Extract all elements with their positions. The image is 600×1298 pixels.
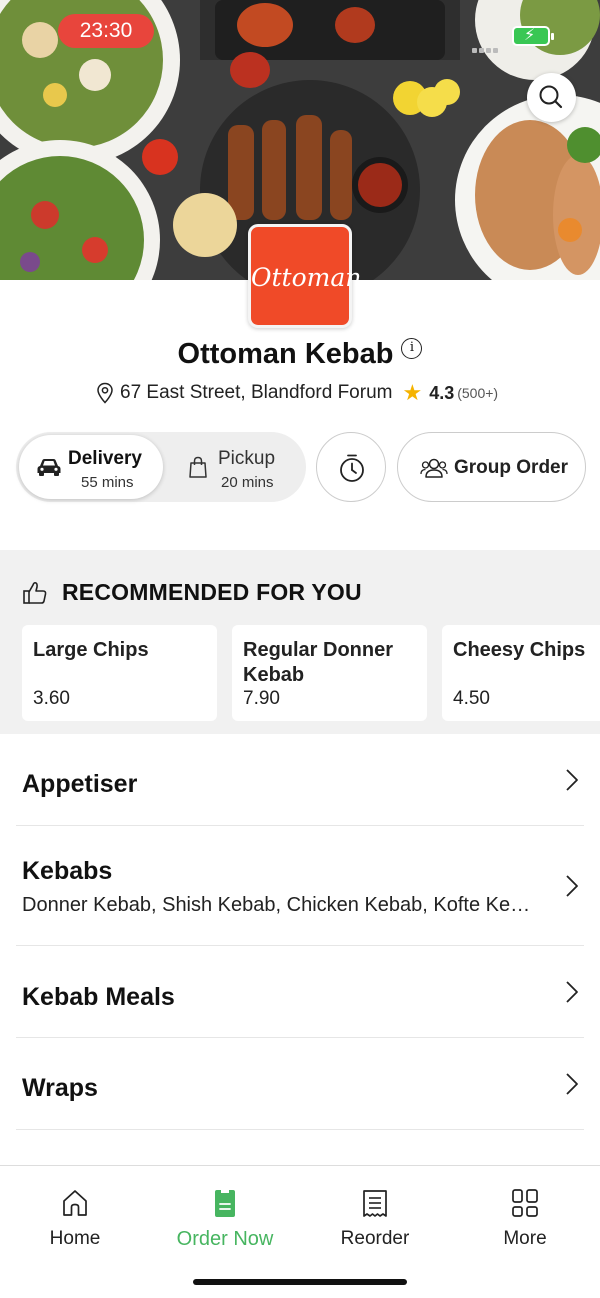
category-row-kebabs[interactable]: Kebabs Donner Kebab, Shish Kebab, Chicke… xyxy=(0,826,600,946)
schedule-button[interactable] xyxy=(316,432,386,502)
recommended-title: RECOMMENDED FOR YOU xyxy=(62,579,362,605)
address-row: 67 East Street, Blandford Forum ★ 4.3 (5… xyxy=(96,380,498,406)
group-order-label: Group Order xyxy=(454,457,569,478)
category-title: Kebab Meals xyxy=(22,983,175,1011)
order-mode-toggle: Delivery 55 mins Pickup 20 mins xyxy=(16,432,306,502)
rating-count: (500+) xyxy=(457,385,499,401)
category-title: Kebabs xyxy=(22,857,113,885)
category-title: Appetiser xyxy=(22,770,138,798)
star-icon: ★ xyxy=(402,380,423,405)
rating-value: 4.3 xyxy=(429,382,455,403)
search-icon xyxy=(539,85,563,109)
car-icon xyxy=(37,459,61,476)
chevron-right-icon xyxy=(566,1073,578,1095)
home-indicator[interactable] xyxy=(193,1279,407,1285)
category-row-kebab-meals[interactable]: Kebab Meals xyxy=(0,946,600,1038)
recommended-item-card[interactable]: Cheesy Chips 4.50 xyxy=(442,625,600,721)
recommended-section: RECOMMENDED FOR YOU Large Chips 3.60 Reg… xyxy=(0,550,600,734)
item-name: Regular Donner Kebab xyxy=(243,639,394,686)
address-text: 67 East Street, Blandford Forum xyxy=(120,382,393,403)
home-icon xyxy=(63,1190,87,1216)
nav-label: Reorder xyxy=(340,1228,410,1249)
restaurant-name: Ottoman Kebab xyxy=(177,338,394,370)
shopping-bag-icon xyxy=(189,456,207,478)
battery-charging-icon: ⚡ xyxy=(512,26,554,46)
group-order-button[interactable]: Group Order xyxy=(397,432,586,502)
signal-icon xyxy=(472,40,504,53)
item-price: 7.90 xyxy=(243,688,280,709)
chevron-right-icon xyxy=(566,981,578,1003)
category-row-appetiser[interactable]: Appetiser xyxy=(0,734,600,826)
category-title: Wraps xyxy=(22,1074,98,1102)
nav-label: Home xyxy=(49,1228,101,1249)
item-price: 4.50 xyxy=(453,688,490,709)
timer-icon xyxy=(340,454,364,482)
chevron-right-icon xyxy=(566,769,578,791)
search-button[interactable] xyxy=(527,73,576,122)
category-row-wraps[interactable]: Wraps xyxy=(0,1038,600,1130)
pickup-time: 20 mins xyxy=(221,474,274,491)
recommended-header: RECOMMENDED FOR YOU xyxy=(22,579,362,606)
nav-label: Order Now xyxy=(176,1228,274,1250)
item-price: 3.60 xyxy=(33,688,70,709)
delivery-option[interactable]: Delivery 55 mins xyxy=(19,435,163,499)
logo-text: Ottoman xyxy=(251,263,362,292)
thumbs-up-icon xyxy=(23,581,47,604)
order-icon xyxy=(215,1190,235,1217)
recommended-item-card[interactable]: Regular Donner Kebab 7.90 xyxy=(232,625,427,721)
receipt-icon xyxy=(363,1190,387,1217)
restaurant-logo: Ottoman xyxy=(248,224,362,328)
nav-home[interactable]: Home xyxy=(0,1166,150,1266)
delivery-time: 55 mins xyxy=(81,474,134,491)
nav-more[interactable]: More xyxy=(450,1166,600,1266)
item-name: Cheesy Chips xyxy=(453,639,586,661)
category-description: Donner Kebab, Shish Kebab, Chicken Kebab… xyxy=(22,894,531,916)
location-pin-icon xyxy=(97,382,113,404)
grid-icon xyxy=(512,1189,538,1217)
nav-reorder[interactable]: Reorder xyxy=(300,1166,450,1266)
delivery-label: Delivery xyxy=(68,448,142,469)
info-icon[interactable] xyxy=(401,338,423,359)
chevron-right-icon xyxy=(566,875,578,897)
pickup-label: Pickup xyxy=(218,448,276,469)
status-time: 23:30 xyxy=(58,14,154,48)
divider xyxy=(16,1129,584,1130)
pickup-option[interactable]: Pickup 20 mins xyxy=(166,435,303,499)
nav-label: More xyxy=(503,1228,547,1249)
item-name: Large Chips xyxy=(33,639,149,661)
nav-order-now[interactable]: Order Now xyxy=(150,1166,300,1266)
group-icon xyxy=(420,458,448,478)
recommended-item-card[interactable]: Large Chips 3.60 xyxy=(22,625,217,721)
